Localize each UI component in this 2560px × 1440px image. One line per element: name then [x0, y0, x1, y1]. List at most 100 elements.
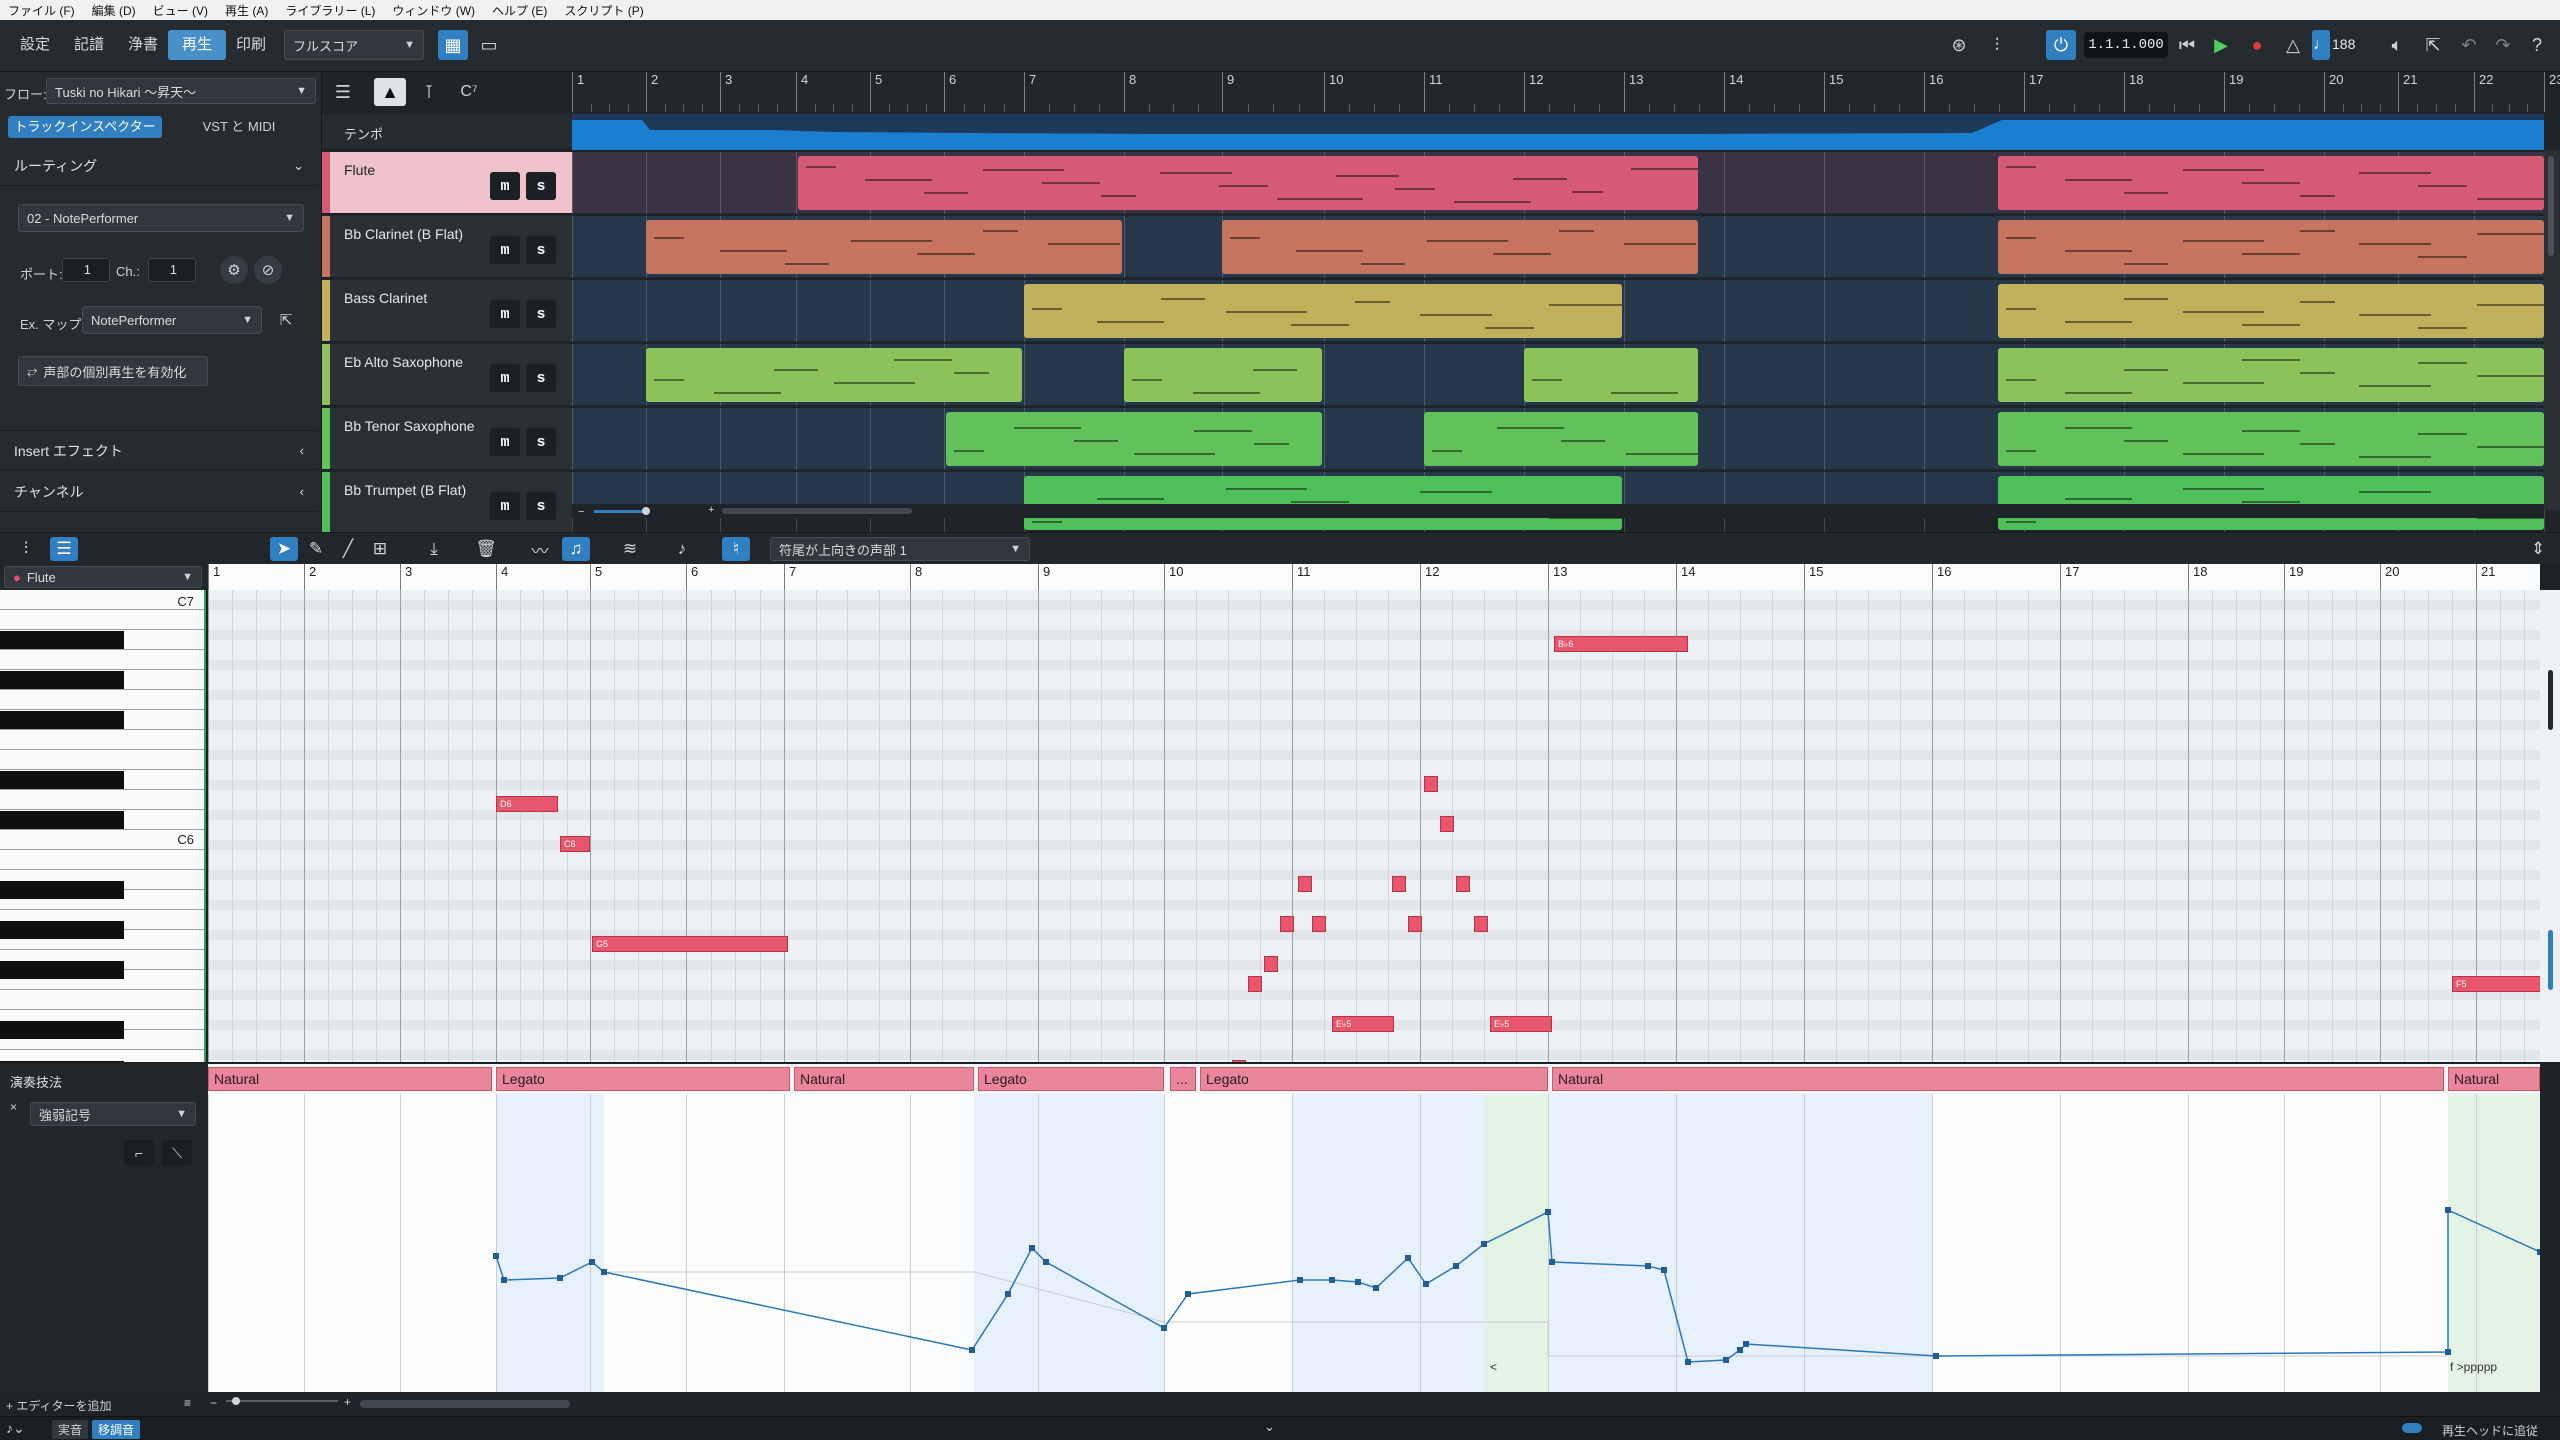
zoom-slider-handle[interactable]: [642, 507, 650, 515]
disable-icon[interactable]: ⊘: [254, 256, 282, 284]
track-header-4[interactable]: Bb Tenor Saxophone m s: [322, 408, 572, 470]
voice-select[interactable]: 符尾が上向きの声部 1 ▼: [770, 537, 1030, 561]
mode-write[interactable]: 記譜: [60, 30, 118, 60]
piano-keyboard[interactable]: C7 C6: [0, 590, 206, 1062]
external-link-icon[interactable]: ⇱: [2418, 30, 2448, 60]
playing-technique[interactable]: Legato: [1200, 1067, 1548, 1091]
mode-setup[interactable]: 設定: [6, 30, 64, 60]
solo-button[interactable]: s: [526, 492, 556, 520]
playing-technique[interactable]: ...: [1170, 1067, 1196, 1091]
dynamics-select[interactable]: 強弱記号 ▼: [30, 1102, 196, 1126]
solo-button[interactable]: s: [526, 172, 556, 200]
add-editor-button[interactable]: + エディターを追加: [6, 1397, 112, 1414]
piano-roll-grid[interactable]: D6 C6 G5 E♭5 E♭5 B♭6 F5: [208, 590, 2540, 1062]
dynamic-point[interactable]: [1005, 1291, 1011, 1297]
dynamic-point[interactable]: [1329, 1277, 1335, 1283]
playing-techniques-lane[interactable]: Natural Legato Natural Legato... Legato Natur…: [208, 1064, 2540, 1094]
menu-help[interactable]: ヘルプ (E): [492, 2, 547, 19]
audio-wave-icon[interactable]: 〰: [526, 537, 554, 561]
track-lane-4[interactable]: [572, 408, 2545, 470]
dynamic-point[interactable]: [1405, 1255, 1411, 1261]
zoom-in-icon[interactable]: +: [708, 504, 714, 516]
dynamic-point[interactable]: [1029, 1245, 1035, 1251]
playing-technique[interactable]: Natural: [208, 1067, 492, 1091]
concert-pitch-toggle[interactable]: 実音: [52, 1420, 89, 1439]
device-select[interactable]: 02 - NotePerformer ▼: [18, 204, 304, 232]
black-key[interactable]: [0, 1021, 124, 1039]
black-key[interactable]: [0, 671, 124, 689]
tempo-value[interactable]: 188: [2332, 36, 2355, 52]
zoom-slider-handle[interactable]: [232, 1397, 240, 1405]
black-key[interactable]: [0, 631, 124, 649]
mixer-icon[interactable]: ⫶: [1982, 30, 2012, 60]
black-key[interactable]: [0, 921, 124, 939]
black-key[interactable]: [0, 1061, 124, 1062]
layout-select[interactable]: フルスコア ▼: [284, 30, 424, 60]
mute-button[interactable]: m: [490, 492, 520, 520]
line-tool-icon[interactable]: ⟍: [162, 1140, 192, 1166]
track-header-0[interactable]: Flute m s: [322, 152, 572, 214]
dynamic-point[interactable]: [1297, 1277, 1303, 1283]
note-event[interactable]: E♭5: [1490, 1016, 1552, 1032]
snap-icon[interactable]: C⁷: [454, 78, 484, 106]
dynamic-point[interactable]: [2445, 1349, 2451, 1355]
track-region[interactable]: [1998, 220, 2544, 274]
transposed-pitch-toggle[interactable]: 移調音: [92, 1420, 141, 1439]
tab-track-inspector[interactable]: トラックインスペクター: [8, 116, 162, 138]
note-event[interactable]: G5: [592, 936, 788, 952]
dynamics-lane[interactable]: < f >ppppp: [208, 1094, 2540, 1392]
dynamic-point[interactable]: [493, 1253, 499, 1259]
track-region[interactable]: [1998, 348, 2544, 402]
zoom-out-icon[interactable]: −: [578, 506, 584, 518]
menu-script[interactable]: スクリプト (P): [564, 2, 643, 19]
white-key[interactable]: [0, 690, 204, 710]
note-event[interactable]: [1232, 1060, 1246, 1062]
zoom-out-icon[interactable]: −: [210, 1396, 217, 1410]
zoom-slider[interactable]: [594, 510, 648, 513]
playing-technique[interactable]: Natural: [794, 1067, 974, 1091]
dynamic-point[interactable]: [2537, 1249, 2540, 1255]
track-lane-3[interactable]: [572, 344, 2545, 406]
note-event[interactable]: C6: [560, 836, 590, 852]
white-key[interactable]: [0, 650, 204, 670]
note-event[interactable]: [1264, 956, 1278, 972]
undo-icon[interactable]: ↶: [2454, 30, 2484, 60]
track-region[interactable]: [1222, 220, 1698, 274]
track-region[interactable]: [1024, 476, 1622, 530]
note-event[interactable]: B♭6: [1554, 636, 1688, 652]
independent-voice-playback-button[interactable]: ⥂ 声部の個別再生を有効化: [18, 356, 208, 386]
note-event[interactable]: F5: [2452, 976, 2540, 992]
lower-time-ruler[interactable]: 1 2 3 4 5 6 7 8 9 10 11 12 13 14 15 16 17 18 19 20 21: [208, 564, 2540, 590]
tempo-track-header[interactable]: テンポ: [322, 114, 572, 150]
note-event[interactable]: [1456, 876, 1470, 892]
power-icon[interactable]: ⏻: [2046, 30, 2076, 60]
track-region[interactable]: [1998, 156, 2544, 210]
dynamic-point[interactable]: [589, 1259, 595, 1265]
mute-button[interactable]: m: [490, 300, 520, 328]
dynamic-point[interactable]: [1549, 1259, 1555, 1265]
dynamic-point[interactable]: [1161, 1325, 1167, 1331]
dynamic-point[interactable]: [1185, 1291, 1191, 1297]
track-list-icon[interactable]: ☰: [328, 78, 358, 106]
quantize-icon[interactable]: ⊞: [366, 537, 394, 561]
white-key[interactable]: [0, 730, 204, 750]
zoom-in-icon[interactable]: +: [344, 1395, 351, 1409]
dynamic-point[interactable]: [1043, 1259, 1049, 1265]
playing-technique[interactable]: Natural: [2448, 1067, 2540, 1091]
delete-icon[interactable]: 🗑︎: [472, 537, 500, 561]
mixer-icon[interactable]: ⫶: [12, 537, 40, 561]
dynamic-point[interactable]: [1373, 1285, 1379, 1291]
split-panel-icon[interactable]: ⇕: [2524, 537, 2552, 561]
video-icon[interactable]: ⊛: [1944, 30, 1974, 60]
list-icon[interactable]: ≡: [184, 1396, 191, 1410]
channel-section[interactable]: チャンネル ‹: [0, 472, 318, 512]
follow-playhead-switch[interactable]: [2402, 1423, 2422, 1433]
mode-play[interactable]: 再生: [168, 30, 227, 60]
note-icon[interactable]: ♫: [562, 537, 590, 561]
white-key[interactable]: [0, 790, 204, 810]
scroll-thumb[interactable]: [2548, 156, 2554, 256]
mute-button[interactable]: m: [490, 236, 520, 264]
chevron-up-icon[interactable]: ⌄: [1264, 1419, 1275, 1435]
mute-button[interactable]: m: [490, 172, 520, 200]
track-region[interactable]: [1124, 348, 1322, 402]
